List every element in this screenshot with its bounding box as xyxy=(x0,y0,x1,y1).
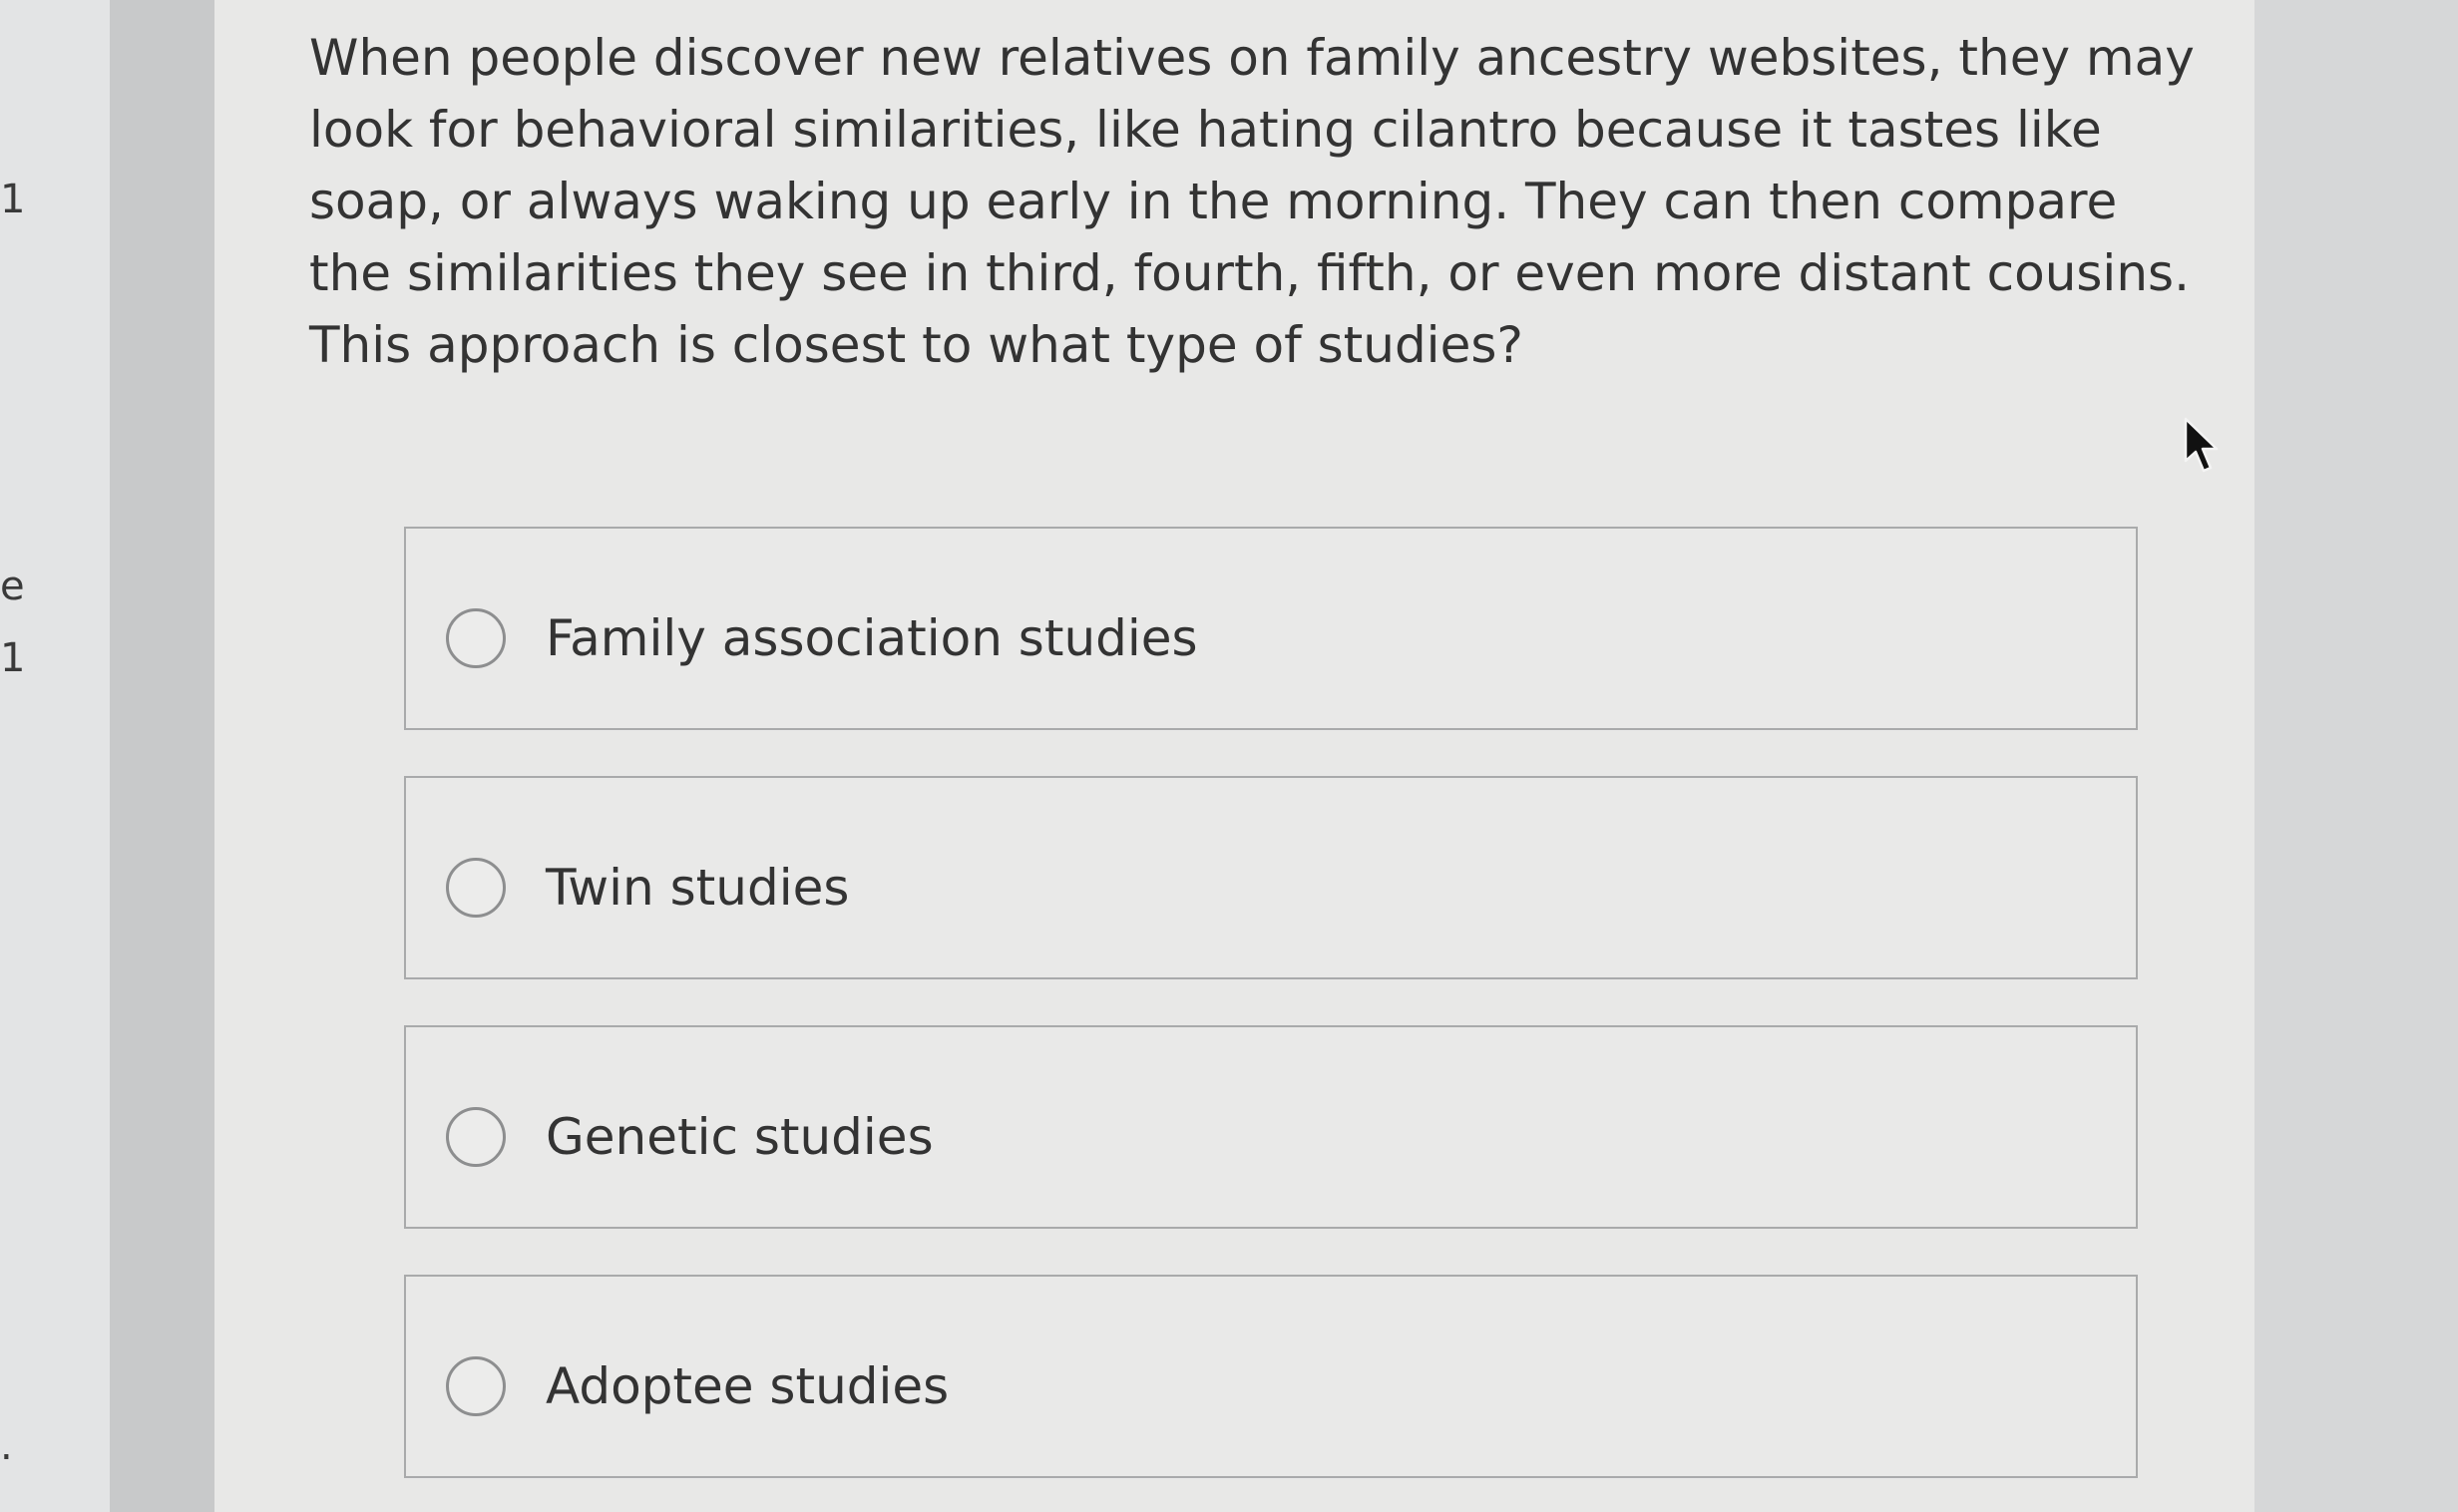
answer-option-label: Genetic studies xyxy=(546,1108,934,1166)
right-gutter xyxy=(2254,0,2458,1512)
left-panel-mark: . xyxy=(0,1423,13,1469)
question-text: When people discover new relatives on fa… xyxy=(309,29,2195,374)
radio-button-icon[interactable] xyxy=(446,1356,506,1416)
answer-option[interactable]: Adoptee studies xyxy=(404,1275,2138,1478)
answer-option[interactable]: Twin studies xyxy=(404,776,2138,979)
answer-option-label: Adoptee studies xyxy=(546,1357,950,1415)
left-panel-mark: 1 xyxy=(0,635,26,681)
left-panel-mark: 1 xyxy=(0,177,26,222)
radio-button-icon[interactable] xyxy=(446,858,506,918)
answer-option[interactable]: Family association studies xyxy=(404,527,2138,730)
left-panel: 1 e 1 . xyxy=(0,0,110,1512)
radio-button-icon[interactable] xyxy=(446,1107,506,1167)
mouse-pointer-icon xyxy=(2184,417,2219,473)
question-panel: When people discover new relatives on fa… xyxy=(214,0,2254,1512)
left-gutter xyxy=(110,0,214,1512)
answer-option[interactable]: Genetic studies xyxy=(404,1025,2138,1229)
left-panel-mark: e xyxy=(0,564,25,609)
radio-button-icon[interactable] xyxy=(446,608,506,668)
answer-option-label: Family association studies xyxy=(546,609,1198,667)
answer-option-label: Twin studies xyxy=(546,859,850,917)
